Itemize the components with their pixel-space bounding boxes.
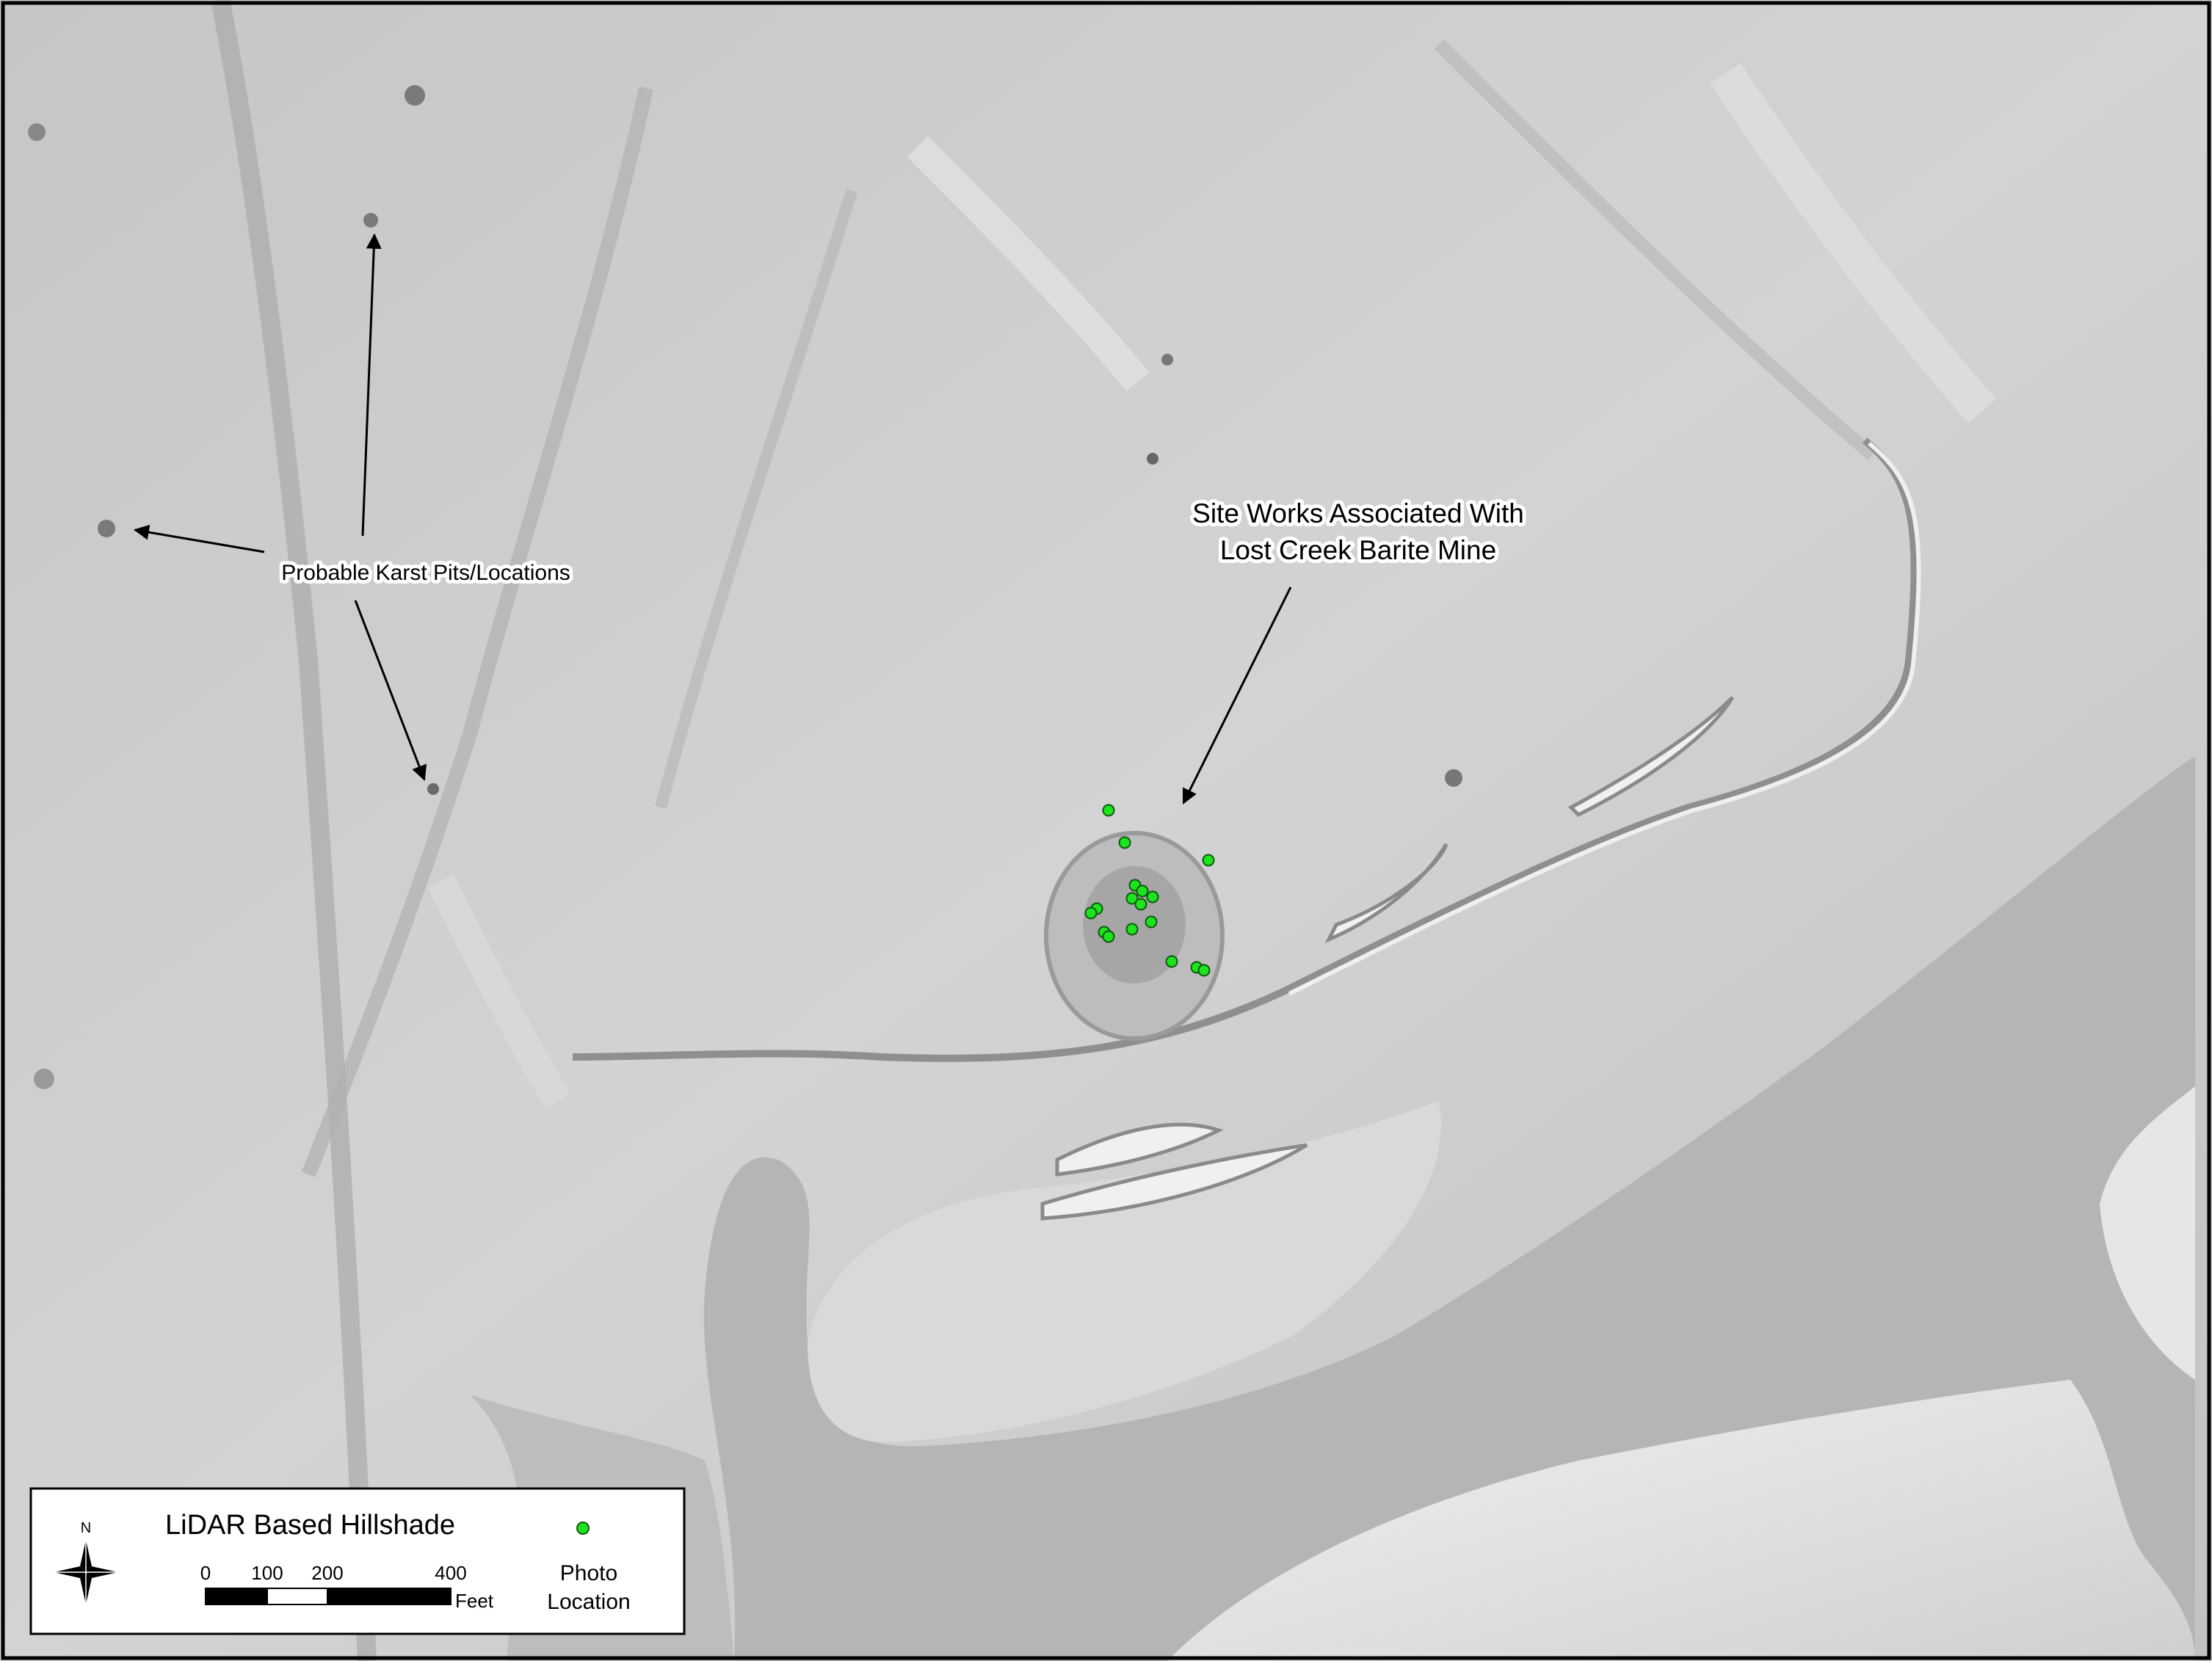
legend-photo-label-line2: Location: [547, 1590, 630, 1614]
photo-location-point[interactable]: [1134, 898, 1147, 911]
karst-pit: [1147, 453, 1158, 465]
photo-location-point[interactable]: [1165, 955, 1178, 968]
north-label: N: [81, 1520, 91, 1536]
scale-tick-label: 200: [311, 1562, 343, 1584]
photo-location-point[interactable]: [1197, 964, 1211, 977]
karst-pit: [1161, 354, 1173, 366]
site-label-line2: Lost Creek Barite Mine: [1220, 535, 1496, 565]
legend-photo-point: [576, 1522, 590, 1535]
scale-segment: [327, 1588, 452, 1605]
karst-pit: [34, 1069, 54, 1089]
photo-location-point[interactable]: [1084, 906, 1098, 920]
karst-pit: [363, 213, 378, 228]
karst-pit: [1445, 769, 1462, 787]
legend-title: LiDAR Based Hillshade: [165, 1510, 455, 1541]
photo-location-point[interactable]: [1202, 854, 1215, 867]
photo-location-point[interactable]: [1136, 884, 1149, 898]
karst-pit: [427, 783, 439, 795]
photo-location-point[interactable]: [1125, 923, 1139, 936]
legend-photo-label-line1: Photo: [560, 1561, 617, 1585]
photo-location-point[interactable]: [1102, 930, 1115, 943]
scale-tick-label: 100: [251, 1562, 283, 1584]
scale-tick-label: 0: [200, 1562, 211, 1584]
karst-pit: [405, 85, 425, 106]
scale-segment: [266, 1588, 328, 1605]
photo-location-point[interactable]: [1145, 915, 1158, 928]
photo-location-point[interactable]: [1146, 890, 1159, 904]
scale-segment: [205, 1588, 268, 1605]
karst-label: Probable Karst Pits/Locations: [281, 561, 570, 585]
site-label-line1: Site Works Associated With: [1192, 498, 1524, 528]
legend: LiDAR Based Hillshade N 0 100 200 400 Fe…: [29, 1487, 686, 1635]
scale-tick-label: 400: [435, 1562, 466, 1584]
karst-pit: [98, 520, 115, 537]
scale-unit: Feet: [455, 1590, 494, 1612]
photo-location-point[interactable]: [1102, 804, 1115, 817]
photo-location-point[interactable]: [1118, 836, 1131, 849]
karst-pit: [28, 123, 46, 141]
hillshade-map: Probable Karst Pits/Locations Site Works…: [0, 0, 2212, 1661]
